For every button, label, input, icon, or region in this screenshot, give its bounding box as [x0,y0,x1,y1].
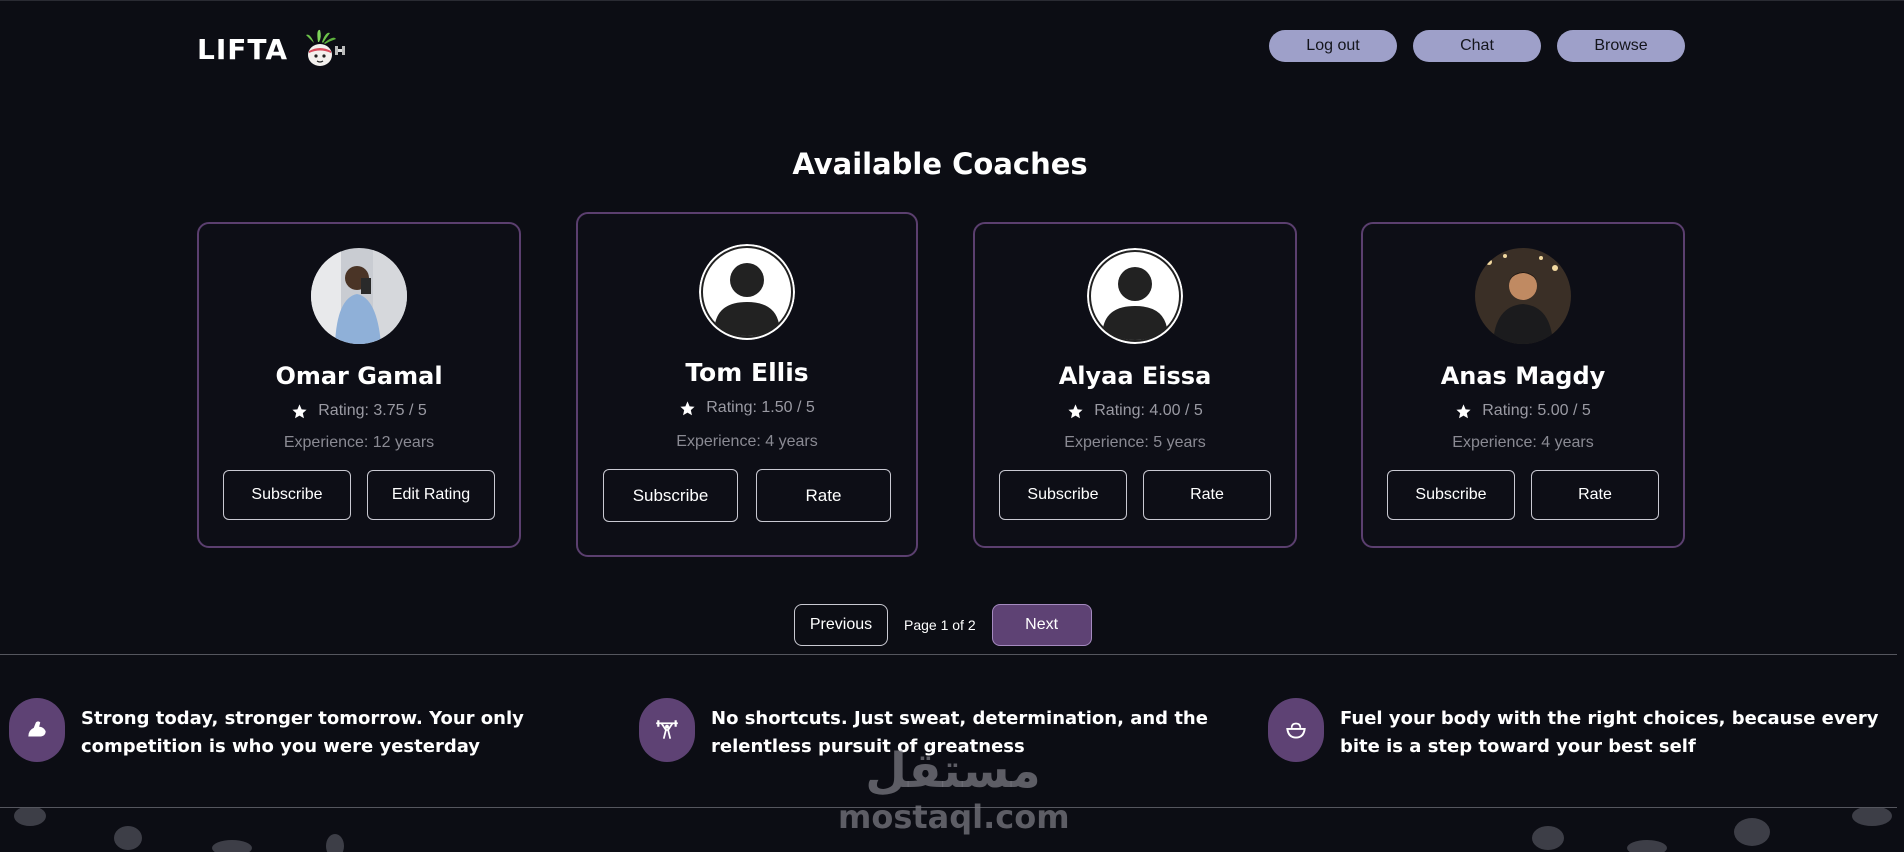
food-bowl-icon [1268,698,1324,762]
motivation-quote: Fuel your body with the right choices, b… [1268,698,1880,762]
edit-rating-button[interactable]: Edit Rating [367,470,495,520]
chat-button[interactable]: Chat [1413,30,1541,62]
coach-name: Anas Magdy [1440,362,1606,390]
subscribe-button[interactable]: Subscribe [1387,470,1515,520]
rate-button[interactable]: Rate [1531,470,1659,520]
watermark: مستقل mostaql.com [838,743,1070,836]
divider [0,654,1897,655]
brand-logo[interactable]: LIFTA [197,29,348,69]
coach-photo [1475,248,1571,344]
default-user-icon [699,244,795,340]
pagination: Previous Page 1 of 2 Next [794,604,1092,646]
coach-experience: Experience: 5 years [1064,434,1206,451]
rate-button[interactable]: Rate [756,469,891,522]
coach-photo [311,248,407,344]
weightlifter-icon [639,698,695,762]
page: LIFTA Log out Chat Browse Available Coac… [0,0,1904,852]
coach-card: Tom Ellis Rating: 1.50 / 5 Experience: 4… [576,212,918,557]
logo-text: LIFTA [197,32,288,66]
avatar [699,244,795,340]
rating-text: Rating: 4.00 / 5 [1094,402,1203,419]
top-nav: Log out Chat Browse [1269,30,1685,62]
logout-button[interactable]: Log out [1269,30,1397,62]
card-actions: Subscribe Rate [603,469,891,522]
coach-experience: Experience: 4 years [1452,434,1594,451]
coach-rating: Rating: 3.75 / 5 [291,402,427,420]
avatar [1087,248,1183,344]
previous-page-button[interactable]: Previous [794,604,888,646]
coach-name: Alyaa Eissa [1058,362,1212,390]
subscribe-button[interactable]: Subscribe [603,469,738,522]
default-user-icon [1087,248,1183,344]
radish-mascot-icon [305,29,345,66]
browse-button[interactable]: Browse [1557,30,1685,62]
star-icon [292,403,307,418]
coach-rating: Rating: 1.50 / 5 [679,399,815,417]
page-indicator: Page 1 of 2 [904,617,976,633]
star-icon [1456,403,1471,418]
coach-card: Omar Gamal Rating: 3.75 / 5 Experience: … [197,222,521,548]
coach-rating: Rating: 4.00 / 5 [1067,402,1203,420]
page-title: Available Coaches [792,147,1088,181]
rating-text: Rating: 5.00 / 5 [1482,402,1591,419]
watermark-arabic: مستقل [865,743,1041,799]
card-actions: Subscribe Rate [1387,470,1659,520]
quote-text: Fuel your body with the right choices, b… [1340,708,1879,757]
quote-text: Strong today, stronger tomorrow. Your on… [81,708,524,757]
avatar [311,248,407,344]
flexed-arm-icon [9,698,65,762]
subscribe-button[interactable]: Subscribe [223,470,351,520]
coach-experience: Experience: 12 years [283,434,435,451]
card-actions: Subscribe Rate [999,470,1271,520]
watermark-latin: mostaql.com [838,798,1070,836]
coach-rating: Rating: 5.00 / 5 [1455,402,1591,420]
coach-name: Omar Gamal [275,362,443,390]
coach-name: Tom Ellis [685,358,809,387]
rating-text: Rating: 3.75 / 5 [318,402,427,419]
next-page-button[interactable]: Next [991,604,1092,646]
rate-button[interactable]: Rate [1143,470,1271,520]
card-actions: Subscribe Edit Rating [223,470,495,520]
avatar [1475,248,1571,344]
motivation-quote: Strong today, stronger tomorrow. Your on… [9,698,621,762]
star-icon [1068,403,1083,418]
rating-text: Rating: 1.50 / 5 [706,399,815,416]
coach-experience: Experience: 4 years [676,433,818,450]
star-icon [680,400,695,415]
coach-card: Anas Magdy Rating: 5.00 / 5 Experience: … [1361,222,1685,548]
coach-card: Alyaa Eissa Rating: 4.00 / 5 Experience:… [973,222,1297,548]
subscribe-button[interactable]: Subscribe [999,470,1127,520]
